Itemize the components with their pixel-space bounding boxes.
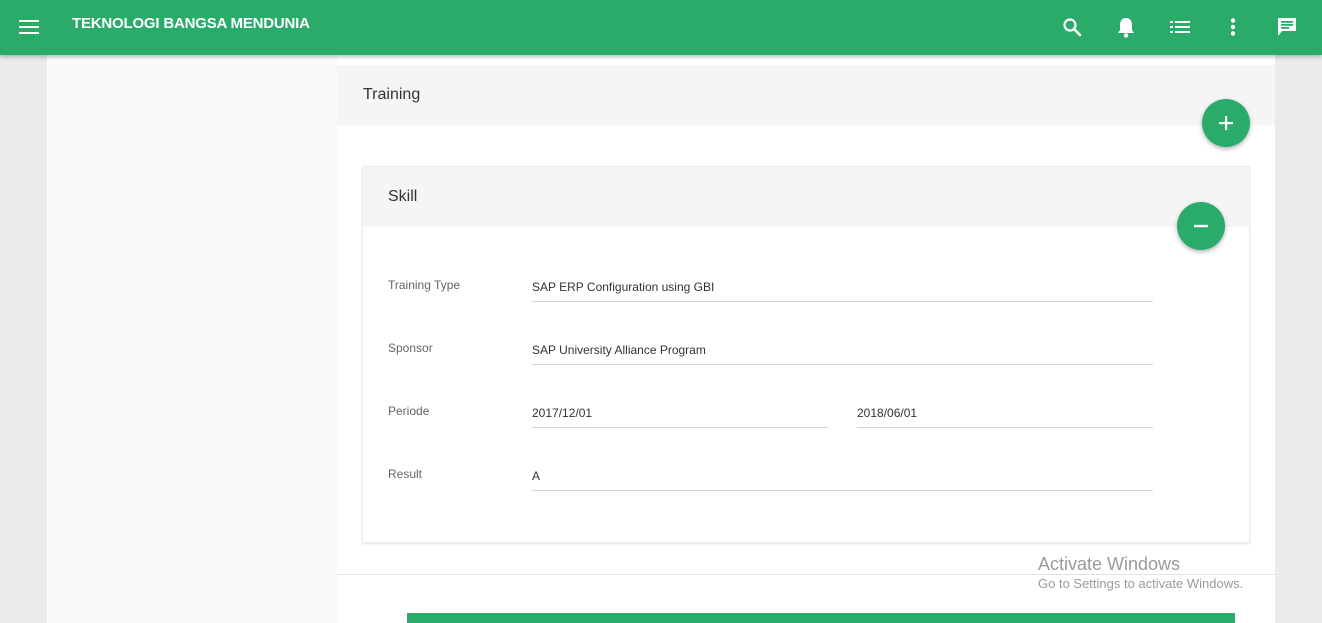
- notifications-button[interactable]: [1109, 10, 1143, 44]
- periode-end-value: 2018/06/01: [857, 406, 918, 420]
- remove-skill-button[interactable]: [1177, 202, 1225, 250]
- result-field[interactable]: A: [532, 461, 1153, 491]
- training-type-label: Training Type: [388, 278, 461, 292]
- app-bar: TEKNOLOGI BANGSA MENDUNIA: [0, 0, 1322, 55]
- sponsor-value: SAP University Alliance Program: [532, 343, 706, 357]
- skill-header: [363, 167, 1249, 227]
- more-vert-icon: [1230, 18, 1236, 36]
- search-icon: [1063, 18, 1082, 37]
- skill-title: Skill: [388, 188, 418, 205]
- menu-icon: [19, 20, 39, 34]
- submit-button[interactable]: [407, 613, 1235, 623]
- minus-icon: [1194, 224, 1208, 228]
- main-content: Training Skill Training Type SAP ERP Con…: [337, 55, 1275, 623]
- periode-end-field[interactable]: 2018/06/01: [857, 398, 1153, 428]
- bell-icon: [1118, 18, 1134, 38]
- periode-label: Periode: [388, 404, 430, 418]
- messages-button[interactable]: [1270, 10, 1304, 44]
- menu-button[interactable]: [12, 10, 46, 44]
- add-training-button[interactable]: [1202, 99, 1250, 147]
- skill-card: Skill Training Type SAP ERP Configuratio…: [362, 166, 1250, 543]
- periode-start-field[interactable]: 2017/12/01: [532, 398, 828, 428]
- result-label: Result: [388, 467, 423, 481]
- list-button[interactable]: [1163, 10, 1197, 44]
- sponsor-field[interactable]: SAP University Alliance Program: [532, 335, 1153, 365]
- training-title: Training: [363, 86, 421, 103]
- left-panel: [47, 55, 337, 623]
- sponsor-label: Sponsor: [388, 341, 433, 355]
- training-header: [337, 65, 1275, 125]
- search-button[interactable]: [1055, 10, 1089, 44]
- section-divider: [337, 574, 1275, 575]
- training-type-field[interactable]: SAP ERP Configuration using GBI: [532, 272, 1153, 302]
- training-type-value: SAP ERP Configuration using GBI: [532, 280, 715, 294]
- app-title: TEKNOLOGI BANGSA MENDUNIA: [72, 15, 310, 32]
- result-value: A: [532, 469, 541, 483]
- periode-start-value: 2017/12/01: [532, 406, 593, 420]
- more-button[interactable]: [1216, 10, 1250, 44]
- list-icon: [1170, 21, 1190, 33]
- plus-icon: [1219, 116, 1233, 130]
- message-icon: [1278, 18, 1296, 36]
